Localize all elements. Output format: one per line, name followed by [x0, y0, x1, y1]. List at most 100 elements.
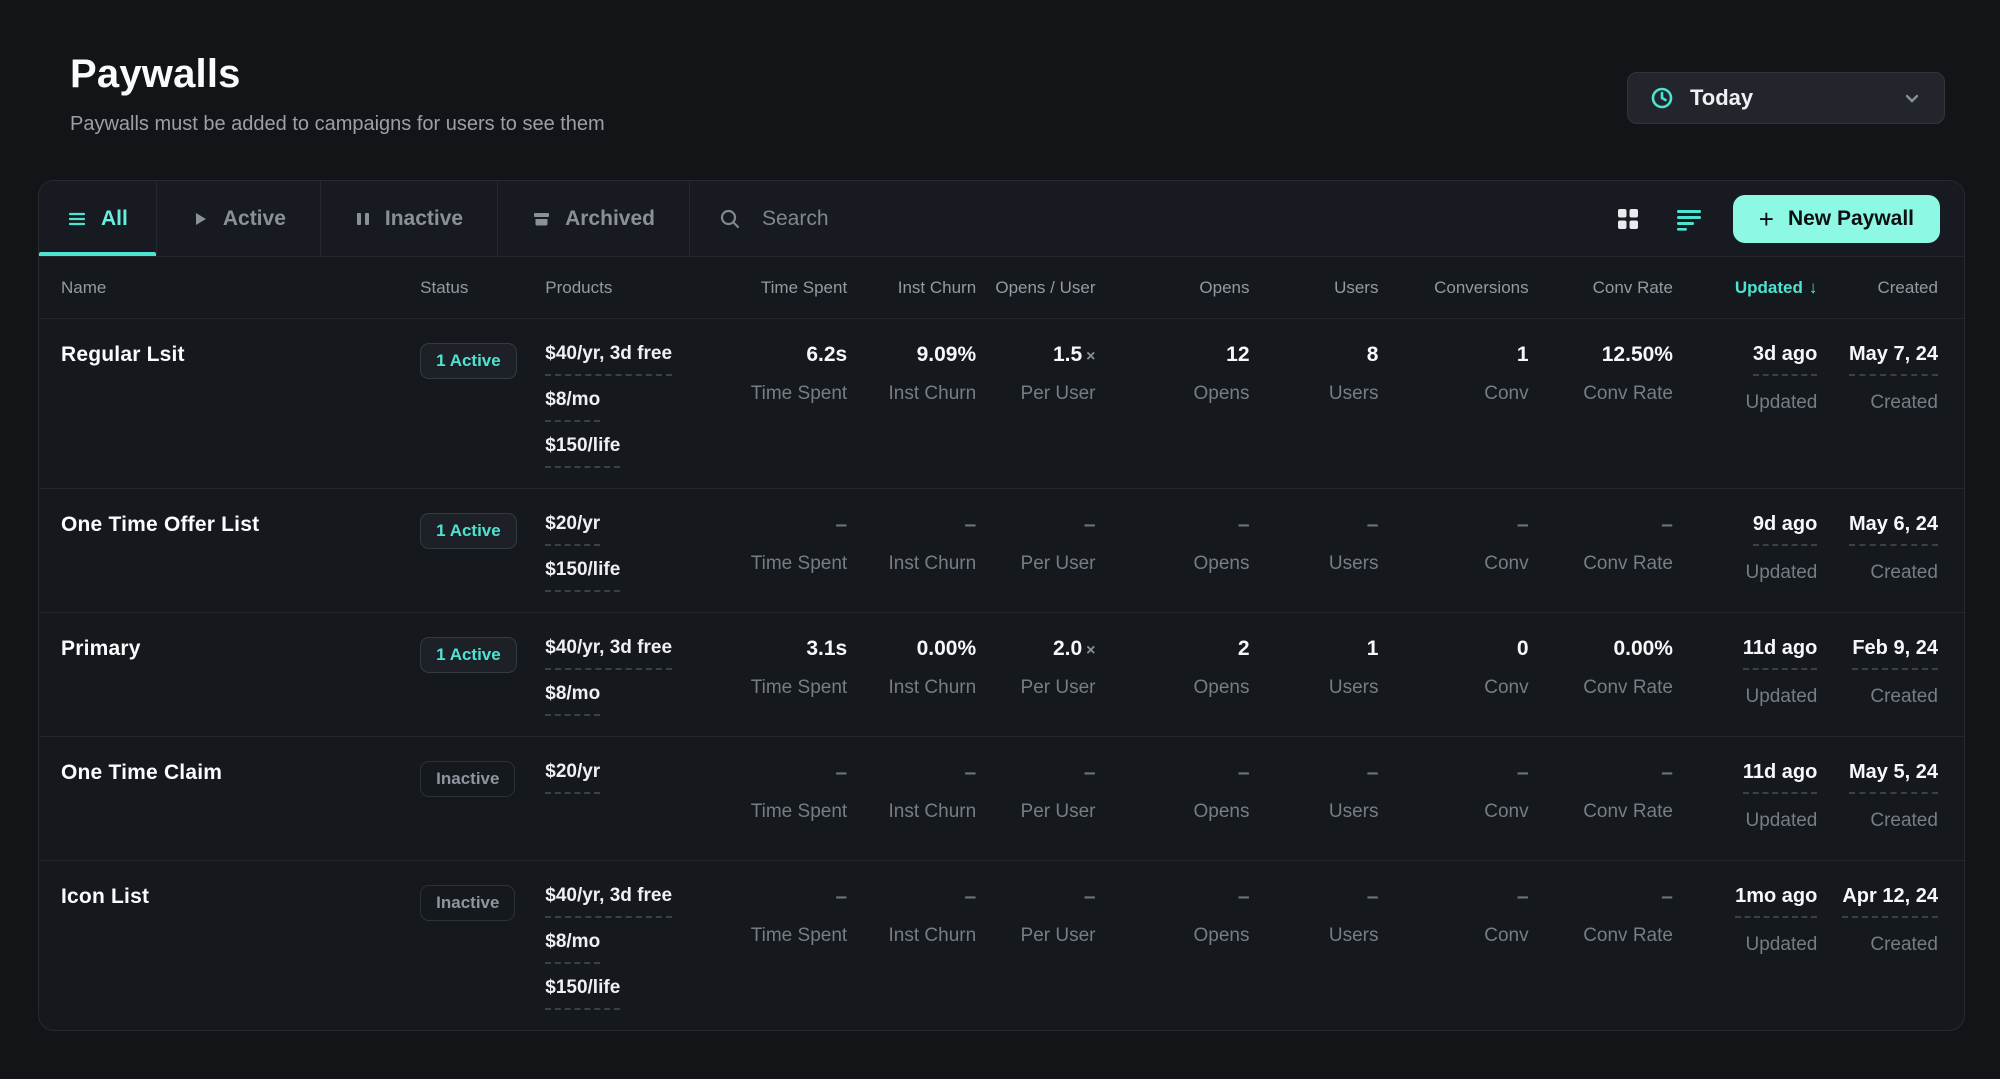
metric-cell-conv: –Conv	[1386, 885, 1536, 1010]
metric-label: Opens	[1104, 553, 1250, 575]
search-box[interactable]	[690, 181, 1611, 256]
tab-inactive[interactable]: Inactive	[321, 181, 498, 256]
metric-cell-conv: –Conv	[1386, 761, 1536, 840]
table-row[interactable]: Icon ListInactive $40/yr, 3d free $8/mo $15…	[39, 861, 1964, 1030]
column-header-products[interactable]: Products	[545, 278, 720, 298]
product-price[interactable]: $8/mo	[545, 683, 712, 716]
tab-all[interactable]: All	[39, 181, 157, 256]
list-view-button[interactable]	[1671, 203, 1707, 235]
tab-active[interactable]: Active	[157, 181, 321, 256]
search-input[interactable]	[762, 207, 1601, 231]
updated-value[interactable]: 11d ago	[1743, 637, 1817, 670]
product-price[interactable]: $150/life	[545, 977, 712, 1010]
product-price[interactable]: $150/life	[545, 435, 712, 468]
metric-label: Opens	[1104, 801, 1250, 823]
status-cell: Inactive	[420, 885, 545, 1010]
created-value[interactable]: Feb 9, 24	[1852, 637, 1938, 670]
product-price[interactable]: $40/yr, 3d free	[545, 885, 712, 918]
metric-value: –	[1537, 761, 1673, 785]
metric-cell-conv: 0Conv	[1386, 637, 1536, 716]
archive-icon	[532, 210, 551, 228]
table-row[interactable]: Regular Lsit1 Active$40/yr, 3d free$8/mo…	[39, 319, 1964, 489]
metric-value: –	[1386, 761, 1528, 785]
metric-label: Users	[1258, 925, 1379, 947]
column-header-opens[interactable]: Opens	[1104, 278, 1258, 298]
metric-label: Created	[1825, 934, 1938, 956]
product-price-label: $40/yr, 3d free	[545, 637, 672, 670]
metric-value: 2	[1104, 637, 1250, 661]
tab-archived[interactable]: Archived	[498, 181, 690, 256]
updated-value[interactable]: 11d ago	[1743, 761, 1817, 794]
product-price[interactable]: $40/yr, 3d free	[545, 343, 712, 376]
page-title: Paywalls	[70, 52, 605, 97]
created-value[interactable]: May 5, 24	[1849, 761, 1938, 794]
table-row[interactable]: Primary1 Active$40/yr, 3d free$8/mo3.1sT…	[39, 613, 1964, 737]
grid-view-button[interactable]	[1611, 202, 1645, 236]
column-header-time-spent[interactable]: Time Spent	[720, 278, 855, 298]
created-value[interactable]: May 7, 24	[1849, 343, 1938, 376]
product-price[interactable]: $150/life	[545, 559, 712, 592]
metric-cell-inst-churn: –Inst Churn	[855, 761, 984, 840]
metric-value: 8	[1258, 343, 1379, 367]
created-cell: Feb 9, 24Created	[1825, 637, 1964, 716]
product-price[interactable]: $20/yr	[545, 513, 712, 546]
created-value[interactable]: May 6, 24	[1849, 513, 1938, 546]
column-header-conversions[interactable]: Conversions	[1386, 278, 1536, 298]
status-cell: 1 Active	[420, 513, 545, 592]
metric-cell-conv-rate: –Conv Rate	[1537, 885, 1681, 1010]
column-header-users[interactable]: Users	[1258, 278, 1387, 298]
metric-value: 12.50%	[1537, 343, 1673, 367]
metric-label: Time Spent	[720, 553, 847, 575]
status-cell: 1 Active	[420, 343, 545, 468]
products-cell: $40/yr, 3d free $8/mo $150/life	[545, 343, 720, 468]
metric-value: –	[1258, 885, 1379, 909]
metric-label: Inst Churn	[855, 553, 976, 575]
column-header-conv-rate[interactable]: Conv Rate	[1537, 278, 1681, 298]
metric-value: –	[1104, 513, 1250, 537]
metric-label: Conv	[1386, 677, 1528, 699]
paywalls-table-card: All Active Inactive Archived	[38, 180, 1965, 1031]
updated-value[interactable]: 3d ago	[1753, 343, 1817, 376]
metric-label: Conv Rate	[1537, 925, 1673, 947]
column-header-created[interactable]: Created	[1825, 278, 1964, 298]
column-header-opens-per-user[interactable]: Opens / User	[984, 278, 1103, 298]
updated-value[interactable]: 9d ago	[1753, 513, 1817, 546]
column-header-inst-churn[interactable]: Inst Churn	[855, 278, 984, 298]
table-row[interactable]: One Time Offer List1 Active$20/yr$150/li…	[39, 489, 1964, 613]
metric-label: Opens	[1104, 383, 1250, 405]
status-badge: Inactive	[420, 885, 515, 921]
updated-value[interactable]: 1mo ago	[1735, 885, 1817, 918]
product-price-label: $8/mo	[545, 931, 600, 964]
metric-label: Per User	[984, 553, 1095, 575]
column-header-name[interactable]: Name	[39, 278, 420, 298]
metric-value: –	[855, 761, 976, 785]
metric-label: Users	[1258, 677, 1379, 699]
column-header-status[interactable]: Status	[420, 278, 545, 298]
metric-label: Opens	[1104, 925, 1250, 947]
new-paywall-button[interactable]: + New Paywall	[1733, 195, 1940, 243]
metric-value: –	[984, 761, 1095, 785]
column-header-updated[interactable]: Updated↓	[1681, 278, 1825, 298]
metric-label: Inst Churn	[855, 677, 976, 699]
created-value[interactable]: Apr 12, 24	[1842, 885, 1938, 918]
filter-tabs: All Active Inactive Archived	[39, 181, 690, 256]
table-row[interactable]: One Time ClaimInactive$20/yr–Time Spent–…	[39, 737, 1964, 861]
product-price[interactable]: $40/yr, 3d free	[545, 637, 712, 670]
metric-cell-conv-rate: – Conv Rate	[1537, 761, 1681, 840]
metric-cell-inst-churn: –Inst Churn	[855, 513, 984, 592]
metric-cell-opens: –Opens	[1104, 761, 1258, 840]
metric-value: –	[720, 513, 847, 537]
metric-cell-time-spent: –Time Spent	[720, 761, 855, 840]
product-price-label: $20/yr	[545, 761, 600, 794]
product-price-label: $150/life	[545, 435, 620, 468]
metric-label: Conv Rate	[1537, 801, 1673, 823]
product-price[interactable]: $8/mo	[545, 389, 712, 422]
date-range-dropdown[interactable]: Today	[1627, 72, 1945, 124]
product-price[interactable]: $20/yr	[545, 761, 712, 794]
metric-value: –	[1104, 885, 1250, 909]
metric-label: Per User	[984, 801, 1095, 823]
metric-label: Inst Churn	[855, 383, 976, 405]
metric-label: Users	[1258, 383, 1379, 405]
product-price[interactable]: $8/mo	[545, 931, 712, 964]
paywall-name-cell: Icon List	[39, 885, 420, 1010]
